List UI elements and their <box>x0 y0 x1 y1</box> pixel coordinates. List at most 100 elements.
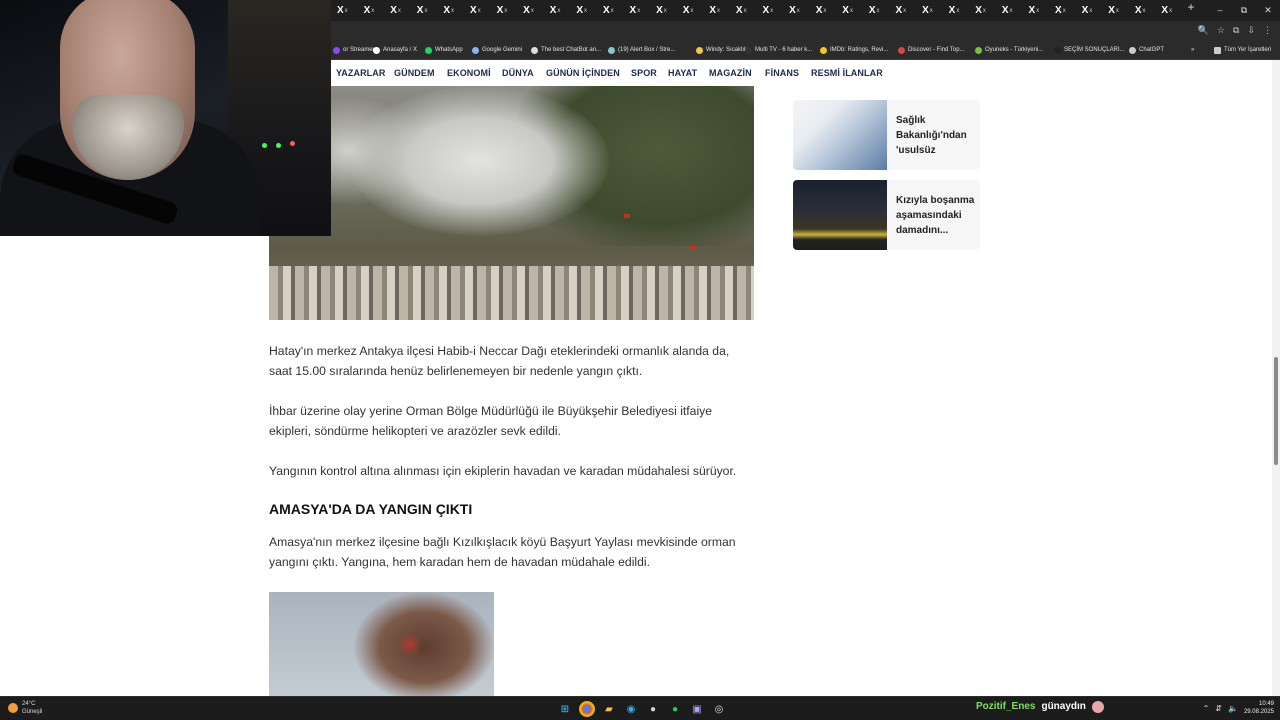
browser-tab[interactable]: Xx <box>383 0 410 21</box>
bookmark-item[interactable]: Oyuneks - Türkiyeni... <box>975 40 1043 60</box>
browser-tab[interactable]: Xx <box>543 0 570 21</box>
obs-icon[interactable]: ▣ <box>689 701 705 717</box>
chrome-icon[interactable] <box>579 701 595 717</box>
nav-item[interactable]: GÜNÜN İÇİNDEN <box>546 60 620 86</box>
browser-tab[interactable]: Xx <box>1048 0 1075 21</box>
browser-tab[interactable]: Xx <box>888 0 915 21</box>
download-icon[interactable]: ⇩ <box>1247 25 1255 36</box>
scrollbar-thumb[interactable] <box>1274 357 1278 465</box>
restore-button[interactable]: ⧉ <box>1232 0 1256 21</box>
browser-tab[interactable]: Xx <box>702 0 729 21</box>
nav-item[interactable]: RESMİ İLANLAR <box>811 60 883 86</box>
browser-tab[interactable]: Xx <box>410 0 437 21</box>
zoom-icon[interactable]: 🔍 <box>1198 25 1209 36</box>
tab-close-icon[interactable]: x <box>956 8 959 14</box>
nav-item[interactable]: YAZARLAR <box>336 60 385 86</box>
browser-tab[interactable]: Xx <box>1128 0 1155 21</box>
nav-item[interactable]: EKONOMİ <box>447 60 491 86</box>
nav-item[interactable]: HAYAT <box>668 60 697 86</box>
tab-close-icon[interactable]: x <box>850 8 853 14</box>
tab-close-icon[interactable]: x <box>1169 8 1172 14</box>
browser-tab[interactable]: Xx <box>1101 0 1128 21</box>
tab-close-icon[interactable]: x <box>584 8 587 14</box>
bookmark-item[interactable]: SEÇİM SONUÇLARI... <box>1054 40 1125 60</box>
tab-close-icon[interactable]: x <box>504 8 507 14</box>
star-icon[interactable]: ☆ <box>1217 25 1225 36</box>
browser-tab[interactable]: Xx <box>862 0 889 21</box>
edge-icon[interactable]: ◉ <box>623 701 639 717</box>
file-explorer-icon[interactable]: ▰ <box>601 701 617 717</box>
tab-close-icon[interactable]: x <box>903 8 906 14</box>
browser-tab[interactable]: Xx <box>729 0 756 21</box>
tab-close-icon[interactable]: x <box>1142 8 1145 14</box>
browser-tab[interactable]: Xx <box>330 0 357 21</box>
page-scrollbar[interactable] <box>1272 60 1280 696</box>
bookmark-item[interactable]: Anasayfa / X <box>373 40 417 60</box>
tab-close-icon[interactable]: x <box>690 8 693 14</box>
tab-close-icon[interactable]: x <box>1010 8 1013 14</box>
bookmarks-overflow-button[interactable]: » <box>1191 40 1194 60</box>
browser-tab[interactable]: Xx <box>835 0 862 21</box>
browser-tab[interactable]: Xx <box>623 0 650 21</box>
network-icon[interactable]: ⇵ <box>1215 704 1222 713</box>
tab-close-icon[interactable]: x <box>770 8 773 14</box>
bookmark-item[interactable]: WhatsApp <box>425 40 463 60</box>
tab-close-icon[interactable]: x <box>1036 8 1039 14</box>
browser-tab[interactable]: Xx <box>809 0 836 21</box>
tab-close-icon[interactable]: x <box>983 8 986 14</box>
browser-tab[interactable]: Xx <box>968 0 995 21</box>
clock[interactable]: 10:49 29.08.2025 <box>1244 700 1274 716</box>
tab-close-icon[interactable]: x <box>1116 8 1119 14</box>
menu-icon[interactable]: ⋮ <box>1263 25 1272 36</box>
bookmark-item[interactable]: Windy: Sıcaklık <box>696 40 747 60</box>
tray-chevron-icon[interactable]: ⌃ <box>1203 704 1210 713</box>
bookmark-item[interactable]: (19) Alert Box / Stre... <box>608 40 675 60</box>
tab-close-icon[interactable]: x <box>717 8 720 14</box>
browser-tab[interactable]: Xx <box>357 0 384 21</box>
tab-close-icon[interactable]: x <box>531 8 534 14</box>
bookmark-item[interactable]: ChatGPT <box>1129 40 1164 60</box>
browser-tab[interactable]: Xx <box>1154 0 1181 21</box>
tab-close-icon[interactable]: x <box>877 8 880 14</box>
sidebar-news-card[interactable]: Kızıyla boşanma aşamasındaki damadını... <box>793 180 980 250</box>
browser-tab[interactable]: Xx <box>596 0 623 21</box>
steam-icon[interactable]: ● <box>645 701 661 717</box>
start-icon[interactable]: ⊞ <box>557 701 573 717</box>
tab-close-icon[interactable]: x <box>451 8 454 14</box>
bookmark-item[interactable]: Multi TV - 6 haber k... <box>745 40 812 60</box>
browser-tab[interactable]: Xx <box>942 0 969 21</box>
bookmark-item[interactable]: Discover - Find Top... <box>898 40 965 60</box>
tab-close-icon[interactable]: x <box>823 8 826 14</box>
tab-close-icon[interactable]: x <box>345 8 348 14</box>
all-bookmarks-button[interactable]: Tüm Yer İşaretleri <box>1214 40 1271 60</box>
bookmark-item[interactable]: Google Gemini <box>472 40 522 60</box>
browser-tab[interactable]: Xx <box>676 0 703 21</box>
bookmark-item[interactable]: IMDb: Ratings, Revi... <box>820 40 888 60</box>
tab-close-icon[interactable]: x <box>637 8 640 14</box>
tab-close-icon[interactable]: x <box>744 8 747 14</box>
new-tab-button[interactable]: + <box>1181 0 1201 21</box>
browser-tab[interactable]: Xx <box>1021 0 1048 21</box>
bookmark-item[interactable]: The best ChatBot an... <box>531 40 601 60</box>
tab-close-icon[interactable]: x <box>797 8 800 14</box>
tab-close-icon[interactable]: x <box>1089 8 1092 14</box>
nav-item[interactable]: FİNANS <box>765 60 799 86</box>
nav-item[interactable]: GÜNDEM <box>394 60 435 86</box>
browser-tab[interactable]: Xx <box>1075 0 1102 21</box>
browser-tab[interactable]: Xx <box>649 0 676 21</box>
weather-widget[interactable]: 24°C Güneşli <box>8 700 42 716</box>
browser-tab[interactable]: Xx <box>516 0 543 21</box>
close-window-button[interactable]: ✕ <box>1256 0 1280 21</box>
tab-close-icon[interactable]: x <box>611 8 614 14</box>
tab-close-icon[interactable]: x <box>557 8 560 14</box>
browser-tab[interactable]: Xx <box>463 0 490 21</box>
browser-tab[interactable]: Xx <box>782 0 809 21</box>
bookmark-item[interactable]: or Streamers <box>333 40 378 60</box>
browser-tab[interactable]: Xx <box>995 0 1022 21</box>
tab-close-icon[interactable]: x <box>664 8 667 14</box>
tab-close-icon[interactable]: x <box>371 8 374 14</box>
extensions-icon[interactable]: ⧉ <box>1233 25 1239 36</box>
tab-close-icon[interactable]: x <box>1063 8 1066 14</box>
nav-item[interactable]: MAGAZİN <box>709 60 752 86</box>
browser-tab[interactable]: Xx <box>569 0 596 21</box>
